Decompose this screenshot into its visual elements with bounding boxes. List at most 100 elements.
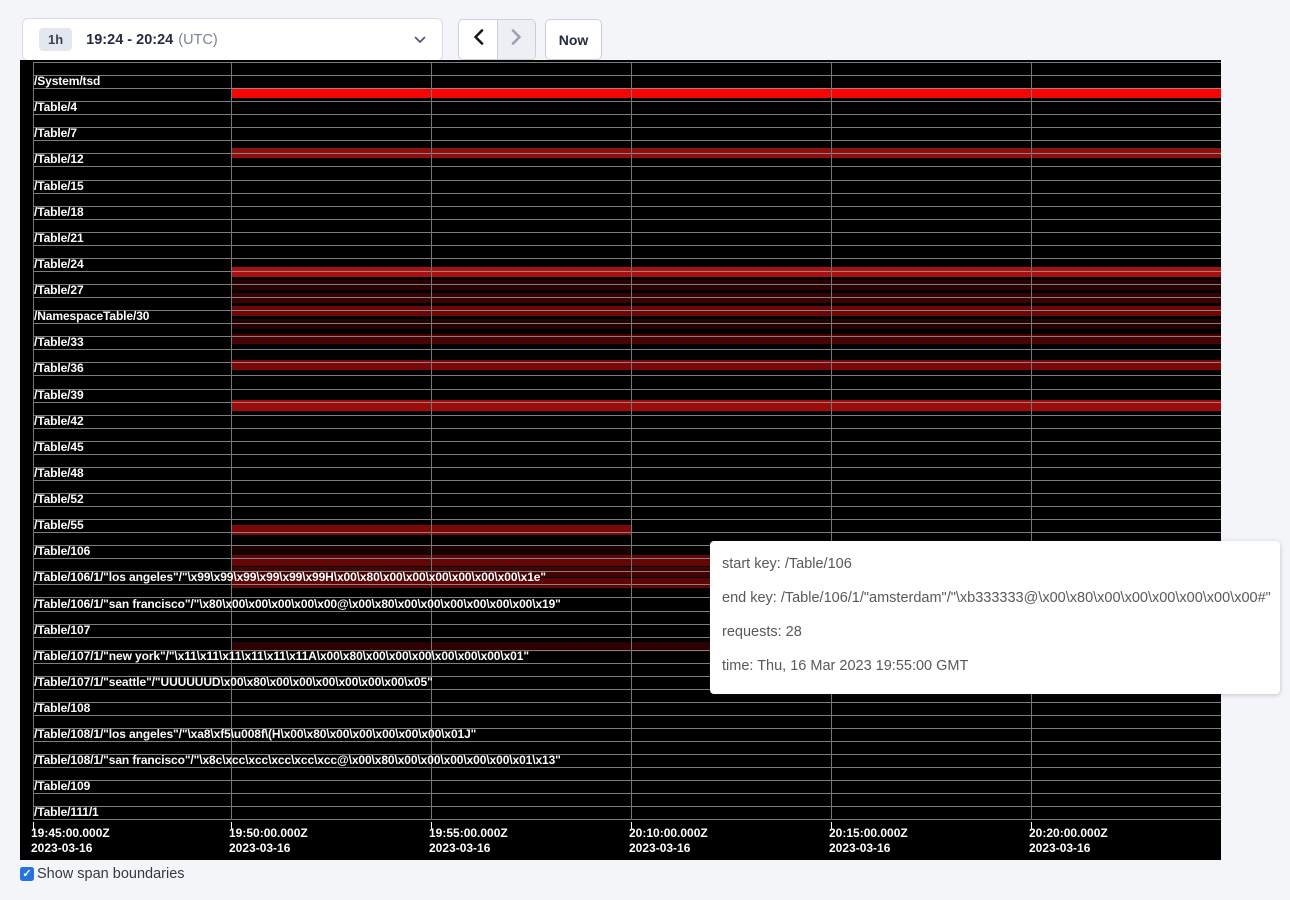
span-boundary-line	[33, 153, 1221, 154]
span-boundary-line	[33, 506, 1221, 507]
row-label: /Table/107	[34, 624, 90, 637]
span-boundary-line	[33, 793, 1221, 794]
span-boundary-line	[33, 193, 1221, 194]
check-icon: ✓	[22, 868, 31, 880]
key-visualizer-canvas[interactable]: /System/tsd/Table/4/Table/7/Table/12/Tab…	[20, 60, 1221, 860]
tooltip-start-key: start key: /Table/106	[722, 547, 1268, 581]
span-boundary-line	[33, 219, 1221, 220]
time-range-selector[interactable]: 1h 19:24 - 20:24 (UTC)	[22, 18, 443, 61]
row-label: /Table/107/1/"seattle"/"UUUUUUD\x00\x80\…	[34, 676, 433, 689]
span-boundary-line	[33, 767, 1221, 768]
row-label: /Table/39	[34, 389, 84, 402]
span-boundary-line	[33, 140, 1221, 141]
span-boundary-line	[33, 806, 1221, 807]
span-boundary-line	[33, 349, 1221, 350]
span-boundary-line	[33, 375, 1221, 376]
span-boundary-line	[33, 323, 1221, 324]
row-label: /Table/42	[34, 415, 84, 428]
span-boundary-line	[33, 232, 1221, 233]
chevron-right-icon	[511, 29, 522, 50]
row-label: /Table/18	[34, 206, 84, 219]
span-boundary-line	[33, 297, 1221, 298]
axis-tick-label: 19:50:00.000Z2023-03-16	[229, 826, 308, 856]
span-boundary-line	[33, 428, 1221, 429]
row-label: /Table/24	[34, 258, 84, 271]
span-boundary-line	[33, 493, 1221, 494]
row-label: /Table/7	[34, 127, 77, 140]
prev-time-button[interactable]	[459, 20, 497, 59]
span-boundary-line	[33, 519, 1221, 520]
span-boundary-line	[33, 166, 1221, 167]
row-label: /Table/55	[34, 519, 84, 532]
span-boundary-line	[33, 206, 1221, 207]
time-gridline	[831, 62, 832, 820]
span-boundary-line	[33, 780, 1221, 781]
axis-tick-label: 19:55:00.000Z2023-03-16	[429, 826, 508, 856]
heat-band[interactable]	[231, 88, 1221, 98]
tooltip-requests: requests: 28	[722, 615, 1268, 649]
time-gridline	[431, 62, 432, 820]
span-boundary-line	[33, 467, 1221, 468]
span-boundary-line	[33, 258, 1221, 259]
span-boundary-line	[33, 389, 1221, 390]
span-boundary-line	[33, 741, 1221, 742]
row-label: /Table/106/1/"los angeles"/"\x99\x99\x99…	[34, 571, 546, 584]
tooltip-time: time: Thu, 16 Mar 2023 19:55:00 GMT	[722, 649, 1268, 683]
axis-tick-label: 19:45:00.000Z2023-03-16	[31, 826, 110, 856]
show-span-boundaries-label[interactable]: Show span boundaries	[37, 866, 185, 882]
row-label: /Table/15	[34, 180, 84, 193]
row-label: /System/tsd	[34, 75, 100, 88]
now-button[interactable]: Now	[545, 19, 602, 60]
row-label: /Table/106	[34, 545, 90, 558]
tick-date: 2023-03-16	[629, 841, 708, 856]
row-label: /Table/107/1/"new york"/"\x11\x11\x11\x1…	[34, 650, 529, 663]
span-boundary-line	[33, 702, 1221, 703]
time-nav-group	[458, 19, 536, 60]
span-boundary-line	[33, 284, 1221, 285]
tick-time: 20:15:00.000Z	[829, 826, 908, 841]
tick-time: 19:50:00.000Z	[229, 826, 308, 841]
toolbar: 1h 19:24 - 20:24 (UTC) Now	[0, 0, 1290, 60]
tick-date: 2023-03-16	[31, 841, 110, 856]
span-boundary-line	[33, 715, 1221, 716]
time-gridline	[631, 62, 632, 820]
time-gridline	[231, 62, 232, 820]
span-tooltip: start key: /Table/106 end key: /Table/10…	[710, 541, 1280, 694]
span-boundary-line	[33, 127, 1221, 128]
span-boundary-line	[33, 454, 1221, 455]
row-label: /Table/108	[34, 702, 90, 715]
span-boundary-line	[33, 245, 1221, 246]
row-label: /Table/21	[34, 232, 84, 245]
range-timezone: (UTC)	[178, 32, 217, 48]
span-boundary-line	[33, 114, 1221, 115]
span-boundary-line	[33, 271, 1221, 272]
show-span-boundaries-checkbox[interactable]: ✓	[20, 867, 34, 881]
row-label: /Table/108/1/"los angeles"/"\xa8\xf5\u00…	[34, 728, 476, 741]
row-label: /NamespaceTable/30	[34, 310, 149, 323]
span-boundary-line	[33, 88, 1221, 89]
row-label: /Table/27	[34, 284, 84, 297]
tick-date: 2023-03-16	[1029, 841, 1108, 856]
tooltip-end-key: end key: /Table/106/1/"amsterdam"/"\xb33…	[722, 581, 1268, 615]
tick-time: 20:20:00.000Z	[1029, 826, 1108, 841]
row-label: /Table/106/1/"san francisco"/"\x80\x00\x…	[34, 598, 561, 611]
row-label: /Table/109	[34, 780, 90, 793]
chevron-down-icon	[414, 36, 426, 44]
span-boundary-line	[33, 362, 1221, 363]
span-boundary-line	[33, 402, 1221, 403]
axis-tick-label: 20:20:00.000Z2023-03-16	[1029, 826, 1108, 856]
span-boundary-line	[33, 310, 1221, 311]
row-label: /Table/111/1	[34, 806, 99, 819]
span-boundary-line	[33, 441, 1221, 442]
footer: ✓ Show span boundaries	[20, 866, 185, 882]
span-boundary-line	[33, 75, 1221, 76]
next-time-button[interactable]	[497, 20, 535, 59]
row-label: /Table/45	[34, 441, 84, 454]
tick-date: 2023-03-16	[229, 841, 308, 856]
span-boundary-line	[33, 819, 1221, 820]
span-boundary-line	[33, 62, 1221, 63]
row-label: /Table/4	[34, 101, 77, 114]
chevron-left-icon	[473, 29, 484, 50]
row-label: /Table/48	[34, 467, 84, 480]
row-label: /Table/12	[34, 153, 84, 166]
